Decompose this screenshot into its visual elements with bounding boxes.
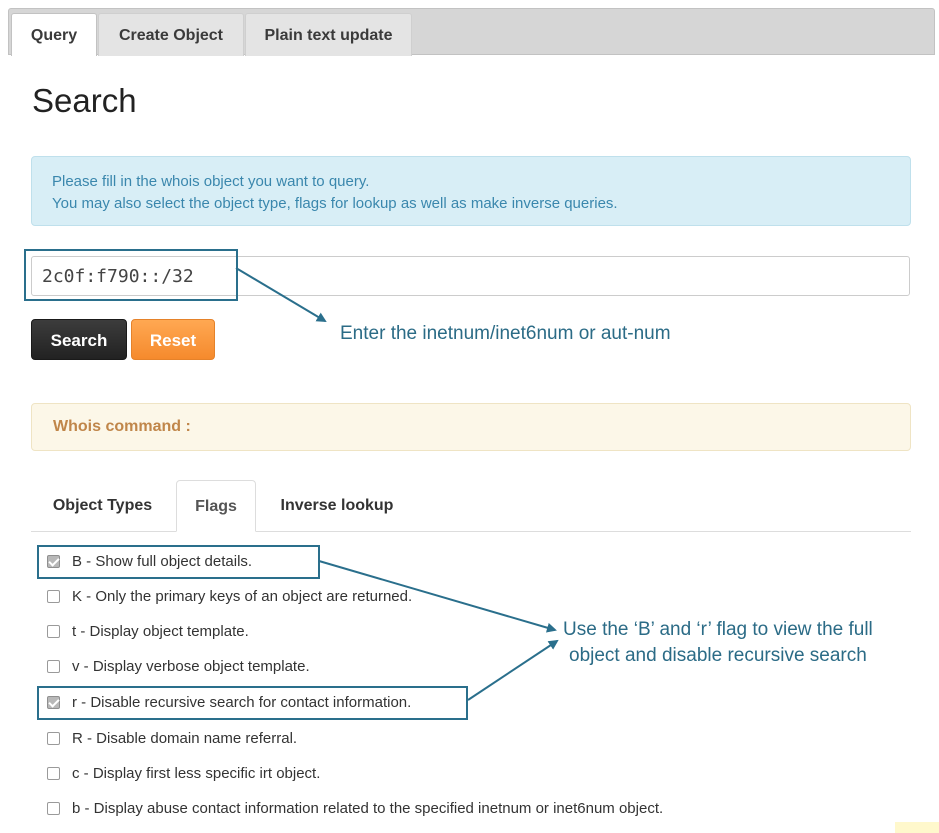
info-line-2: You may also select the object type, fla… [52, 195, 618, 212]
page-title: Search [32, 82, 137, 119]
flag-label-v: v - Display verbose object template. [72, 658, 310, 675]
flag-hint-line-1: Use the ‘B’ and ‘r’ flag to view the ful… [563, 619, 873, 640]
flag-row-B[interactable]: B - Show full object details. [47, 551, 252, 573]
tab-query[interactable]: Query [11, 13, 97, 56]
flag-row-v[interactable]: v - Display verbose object template. [47, 656, 310, 678]
flag-row-R[interactable]: R - Disable domain name referral. [47, 728, 297, 750]
flag-row-c[interactable]: c - Display first less specific irt obje… [47, 763, 320, 785]
checkbox-B[interactable] [47, 554, 60, 568]
flag-row-t[interactable]: t - Display object template. [47, 621, 249, 643]
corner-highlight-mark [895, 822, 939, 833]
flag-row-K[interactable]: K - Only the primary keys of an object a… [47, 586, 412, 608]
checkbox-b[interactable] [47, 801, 60, 815]
enter-hint-annotation: Enter the inetnum/inet6num or aut-num [340, 323, 671, 344]
whois-command-box: Whois command : [31, 403, 911, 451]
tab-object-types[interactable]: Object Types [31, 480, 174, 532]
checkbox-K[interactable] [47, 589, 60, 603]
search-button[interactable]: Search [31, 319, 127, 360]
search-input[interactable] [31, 256, 910, 296]
info-alert: Please fill in the whois object you want… [31, 156, 911, 226]
flag-hint-line-2: object and disable recursive search [569, 645, 867, 666]
sub-tabs-divider [31, 531, 911, 532]
tab-inverse-lookup[interactable]: Inverse lookup [262, 480, 412, 532]
flag-label-K: K - Only the primary keys of an object a… [72, 588, 413, 605]
checkbox-t[interactable] [47, 624, 60, 638]
checkbox-c[interactable] [47, 766, 60, 780]
flag-label-c: c - Display first less specific irt obje… [72, 765, 321, 782]
flag-row-b[interactable]: b - Display abuse contact information re… [47, 798, 663, 820]
checkbox-v[interactable] [47, 659, 60, 673]
flag-label-b: b - Display abuse contact information re… [72, 800, 664, 817]
flag-row-r[interactable]: r - Disable recursive search for contact… [47, 692, 411, 714]
info-line-1: Please fill in the whois object you want… [52, 173, 370, 190]
flag-label-t: t - Display object template. [72, 623, 249, 640]
tab-flags[interactable]: Flags [176, 480, 256, 532]
checkbox-r[interactable] [47, 695, 60, 709]
top-tab-bar: Query Create Object Plain text update [8, 8, 935, 56]
arrow-to-flag-hint-from-r [467, 639, 559, 701]
flag-label-R: R - Disable domain name referral. [72, 730, 298, 747]
reset-button[interactable]: Reset [131, 319, 215, 360]
tab-plain-text-update[interactable]: Plain text update [245, 13, 412, 56]
checkbox-R[interactable] [47, 731, 60, 745]
flag-label-B: B - Show full object details. [72, 553, 253, 570]
flag-label-r: r - Disable recursive search for contact… [72, 694, 412, 711]
tab-create-object[interactable]: Create Object [98, 13, 244, 56]
whois-command-label: Whois command : [53, 418, 191, 435]
